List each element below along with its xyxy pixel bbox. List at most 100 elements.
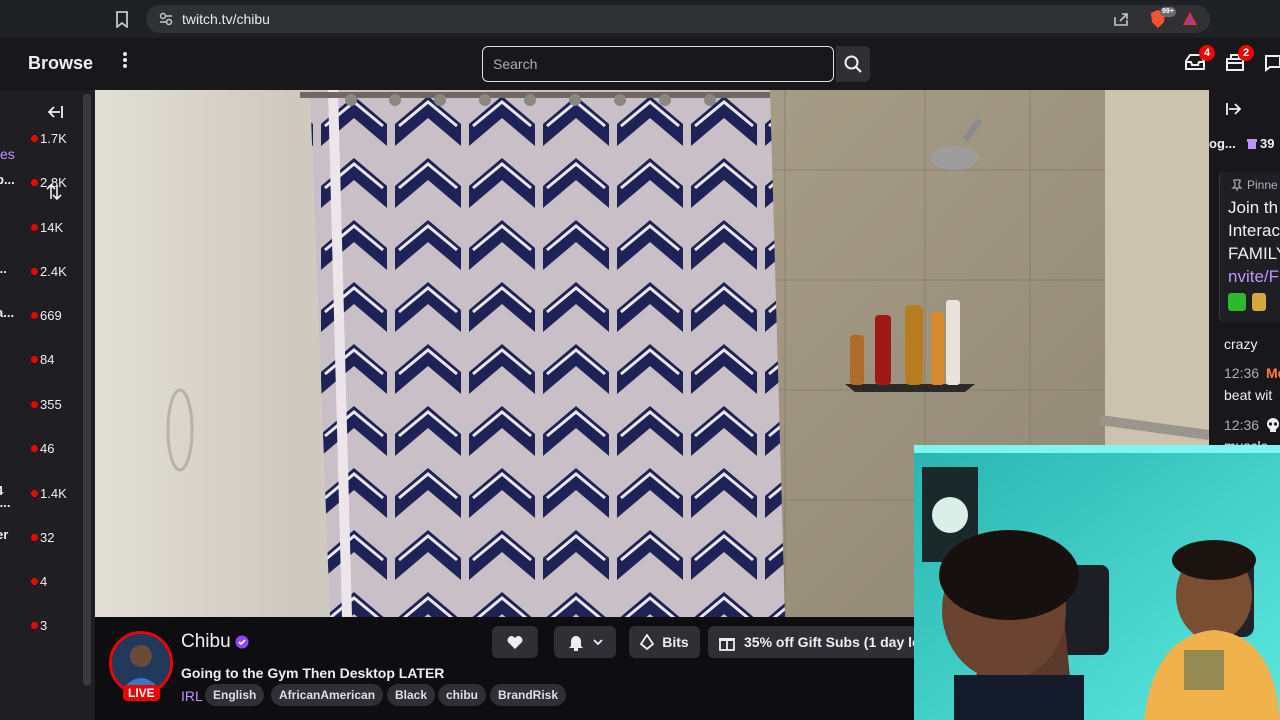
gift-subs-button[interactable]: 35% off Gift Subs (1 day le	[708, 626, 915, 658]
live-indicator-icon	[31, 622, 38, 629]
brave-rewards-icon[interactable]	[1182, 11, 1198, 31]
sidebar-viewer-count: 1.7K	[40, 131, 67, 146]
channel-points-icon[interactable]	[1247, 137, 1257, 153]
browse-link[interactable]: Browse	[28, 53, 93, 74]
chat-header-label: og...	[1209, 136, 1236, 151]
top-navigation: Browse 4 2	[0, 38, 1280, 90]
notifications-badge: 2	[1238, 45, 1254, 61]
whispers-icon[interactable]	[1265, 54, 1280, 78]
pray-emote-icon	[1252, 293, 1266, 311]
sidebar-channel-name: 4 l...	[0, 484, 11, 510]
sidebar-viewer-count: 3	[40, 618, 48, 633]
sidebar-channel-item[interactable]: ... 2.4K	[0, 261, 80, 283]
sidebar-viewer-count: 1.4K	[40, 486, 67, 501]
sidebar-channel-name: ...	[0, 261, 7, 276]
sidebar-viewer-count: 355	[40, 397, 62, 412]
collapse-sidebar-icon[interactable]	[46, 104, 64, 125]
live-indicator-icon	[31, 179, 38, 186]
pinned-message[interactable]: Pinne Join th Interac FAMILY nvite/F	[1219, 172, 1280, 322]
chat-timestamp: 12:36	[1224, 417, 1260, 433]
search-button[interactable]	[836, 46, 870, 82]
sidebar-viewer-count: 2.4K	[40, 264, 67, 279]
pinned-line-2: Interac	[1228, 221, 1280, 240]
bookmark-icon[interactable]	[114, 11, 130, 32]
pinned-label: Pinne	[1247, 178, 1278, 192]
sidebar-channel-item[interactable]: 3	[0, 617, 80, 637]
sidebar-channel-name: a...	[0, 305, 15, 320]
check-emote-icon	[1228, 293, 1246, 311]
stream-title: Going to the Gym Then Desktop LATER	[181, 665, 445, 681]
bits-button[interactable]: Bits	[629, 626, 700, 658]
more-menu-icon[interactable]	[122, 51, 128, 75]
sidebar-viewer-count: 4	[40, 574, 48, 589]
channel-info-bar: LIVE Chibu Going to the Gym Then Desktop…	[95, 617, 915, 720]
live-indicator-icon	[31, 534, 38, 541]
live-indicator-icon	[31, 224, 38, 231]
notifications-toggle-button[interactable]	[554, 626, 616, 658]
live-badge: LIVE	[123, 685, 160, 701]
search-icon	[844, 55, 862, 73]
chat-message-text: muscle	[1224, 438, 1268, 445]
tag-brandrisk[interactable]: BrandRisk	[490, 684, 567, 706]
channel-points-count: 39	[1260, 136, 1275, 151]
sidebar-scrollbar[interactable]	[83, 94, 91, 686]
sidebar-channel-item[interactable]: 1.7K	[0, 130, 80, 150]
tag-black[interactable]: Black	[387, 684, 436, 706]
gift-subs-label: 35% off Gift Subs (1 day le	[744, 634, 915, 650]
pinned-line-3: FAMILY	[1228, 244, 1280, 263]
sidebar-channel-item[interactable]: 4	[0, 573, 80, 593]
live-indicator-icon	[31, 490, 38, 497]
share-icon[interactable]	[1113, 11, 1130, 31]
sidebar-channel-item[interactable]: 4 l... 1.4K	[0, 484, 80, 509]
follow-button[interactable]	[492, 626, 538, 658]
sidebar-viewer-count: 669	[40, 308, 62, 323]
sidebar-viewer-count: 14K	[40, 220, 64, 235]
sidebar-viewer-count: 84	[40, 352, 55, 367]
site-settings-icon[interactable]	[158, 11, 174, 31]
tag-english[interactable]: English	[205, 684, 265, 706]
expand-chat-icon[interactable]	[1225, 101, 1243, 120]
sidebar-channel-item[interactable]: a... 669	[0, 305, 80, 327]
search-input[interactable]	[482, 46, 834, 82]
sidebar-channel-item[interactable]: er 32	[0, 527, 80, 549]
sidebar-channel-item[interactable]: 46	[0, 440, 80, 460]
chat-username[interactable]: Me	[1266, 365, 1280, 381]
tag-chibu[interactable]: chibu	[438, 684, 486, 706]
sidebar-channel-item[interactable]: 355	[0, 396, 80, 416]
sidebar-viewer-count: 32	[40, 530, 55, 545]
chevron-down-icon	[592, 639, 603, 645]
heart-icon	[507, 636, 523, 649]
webcam-frame	[914, 445, 1280, 720]
sidebar-channel-item[interactable]: 14K	[0, 219, 80, 239]
bits-label: Bits	[662, 634, 689, 650]
chat-message-text: beat wit	[1224, 387, 1273, 403]
sidebar-viewer-count: 2.8K	[40, 175, 67, 190]
url-text: twitch.tv/chibu	[182, 11, 270, 27]
stream-category-link[interactable]: IRL	[181, 688, 203, 704]
live-indicator-icon	[31, 401, 38, 408]
brave-shields-count: 99+	[1160, 7, 1176, 17]
sidebar-channel-name: er	[0, 527, 9, 542]
live-indicator-icon	[31, 445, 38, 452]
skull-emote-icon	[1266, 417, 1280, 436]
followed-channels-sidebar: es 1.7Kb...2.8K14K...2.4Ka...66984355464…	[0, 90, 95, 720]
address-bar[interactable]: twitch.tv/chibu 99+	[146, 5, 1210, 33]
inbox-badge: 4	[1199, 45, 1215, 61]
bits-icon	[640, 634, 655, 650]
live-indicator-icon	[31, 312, 38, 319]
verified-badge-icon	[235, 635, 249, 654]
tag-africanamerican[interactable]: AfricanAmerican	[271, 684, 384, 706]
live-indicator-icon	[31, 135, 38, 142]
pinned-line-1: Join th	[1228, 198, 1279, 217]
sidebar-channel-name: b...	[0, 172, 15, 187]
sidebar-channel-item[interactable]: b... 2.8K	[0, 172, 80, 194]
channel-name[interactable]: Chibu	[181, 631, 231, 653]
gift-icon	[719, 637, 735, 651]
sidebar-channel-item[interactable]: 84	[0, 351, 80, 371]
live-indicator-icon	[31, 578, 38, 585]
pin-icon	[1231, 179, 1243, 191]
webcam-overlay	[914, 445, 1280, 720]
pinned-link[interactable]: nvite/F	[1228, 267, 1279, 287]
live-indicator-icon	[31, 268, 38, 275]
chat-message-text: crazy	[1224, 336, 1258, 352]
